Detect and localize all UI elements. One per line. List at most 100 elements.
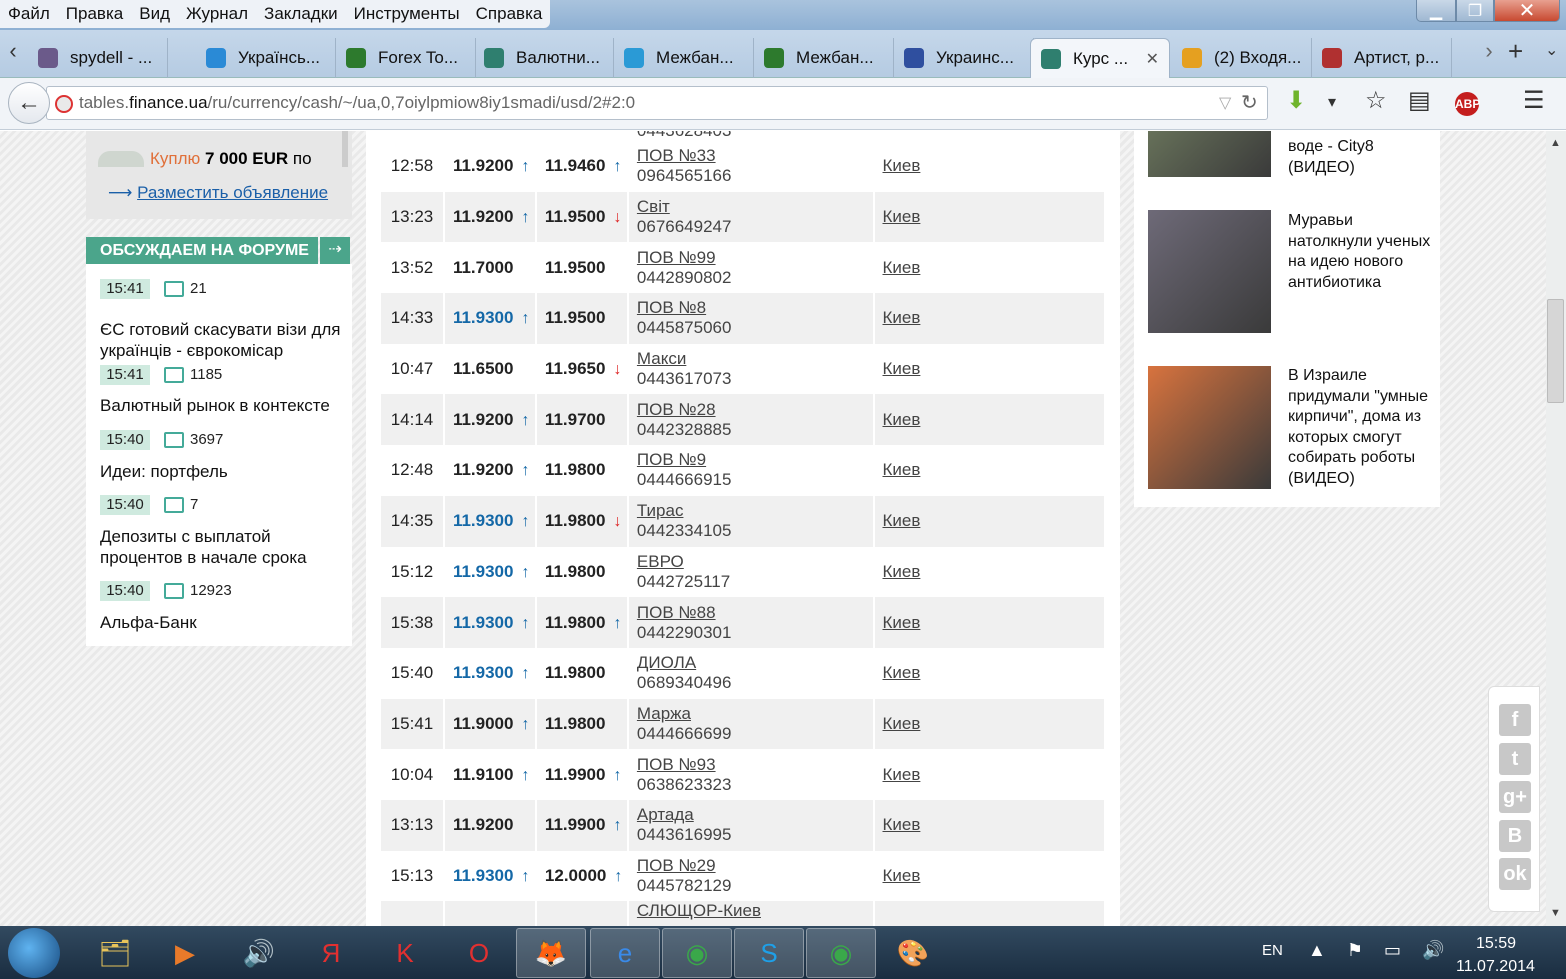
menu-item-3[interactable]: Журнал [178, 0, 256, 28]
tab-5[interactable]: Межбан... [754, 38, 894, 78]
tab-scroll-left-icon[interactable]: ‹ [0, 38, 26, 70]
bank-name-link[interactable]: ПОВ №28 [637, 400, 873, 420]
forum-topic-link[interactable]: Валютный рынок в контексте [100, 395, 345, 416]
city-link[interactable]: Киев [883, 663, 921, 682]
reader-icon[interactable]: ▤ [1408, 86, 1431, 115]
tab-7[interactable]: Курс ... ✕ [1030, 38, 1170, 78]
forum-topic-link[interactable]: Идеи: портфель [100, 461, 345, 482]
bookmark-star-icon[interactable]: ☆ [1365, 86, 1387, 115]
bank-name-link[interactable]: ПОВ №29 [637, 856, 873, 876]
bank-name-link[interactable]: Світ [637, 197, 873, 217]
menu-item-0[interactable]: Файл [0, 0, 58, 28]
close-window-button[interactable]: ✕ [1494, 0, 1560, 22]
taskbar-media-icon[interactable]: ▶ [150, 928, 220, 978]
bank-name-link[interactable]: ПОВ №99 [637, 248, 873, 268]
city-link[interactable]: Киев [883, 207, 921, 226]
forum-topic-link[interactable]: Депозиты с выплатой процентов в начале с… [100, 526, 345, 568]
clock-date[interactable]: 11.07.2014 [1456, 958, 1535, 976]
reload-icon[interactable]: ↻ [1241, 90, 1258, 115]
bank-name-link[interactable]: Артада [637, 805, 873, 825]
taskbar-volume-app-icon[interactable]: 🔊 [224, 928, 294, 978]
forum-header[interactable]: ОБСУЖДАЕМ НА ФОРУМЕ [86, 237, 318, 264]
bank-name-link[interactable]: ПОВ №8 [637, 298, 873, 318]
scroll-down-icon[interactable]: ▼ [1550, 907, 1561, 919]
taskbar-k-app-icon[interactable]: K [370, 928, 440, 978]
bank-name-link[interactable]: ПОВ №88 [637, 603, 873, 623]
bank-name-link[interactable]: ПОВ №9 [637, 450, 873, 470]
city-link[interactable]: Киев [883, 258, 921, 277]
news-title-link[interactable]: Муравьи натолкнули ученых на идею нового… [1288, 211, 1438, 293]
city-link[interactable]: Киев [883, 308, 921, 327]
bank-name-link[interactable]: ПОВ №93 [637, 755, 873, 775]
city-link[interactable]: Киев [883, 866, 921, 885]
menu-item-6[interactable]: Справка [468, 0, 551, 28]
google-plus-icon[interactable]: g+ [1499, 781, 1531, 813]
url-text[interactable]: tables.finance.ua/ru/currency/cash/~/ua,… [79, 93, 635, 113]
scrollbar-thumb[interactable] [1547, 299, 1564, 403]
taskbar-paint-icon[interactable]: 🎨 [878, 928, 948, 978]
tab-scroll-right-icon[interactable]: › [1478, 38, 1500, 64]
taskbar-explorer-icon[interactable]: 🗂 [80, 928, 150, 978]
news-thumbnail[interactable] [1148, 366, 1271, 489]
tab-4[interactable]: Межбан... [614, 38, 754, 78]
tab-8[interactable]: (2) Входя... [1172, 38, 1312, 78]
url-bar[interactable]: tables.finance.ua/ru/currency/cash/~/ua,… [46, 86, 1268, 120]
odnoklassniki-icon[interactable]: ok [1499, 858, 1531, 890]
tab-9[interactable]: Артист, р... [1312, 38, 1452, 78]
tray-icons[interactable]: ▲ ⚑ ▭ 🔊 [1308, 940, 1452, 961]
city-link[interactable]: Киев [883, 511, 921, 530]
city-link[interactable]: Киев [883, 714, 921, 733]
city-link[interactable]: Киев [883, 410, 921, 429]
scroll-up-icon[interactable]: ▲ [1550, 137, 1561, 149]
tab-list-button[interactable]: ⌄ [1545, 40, 1558, 60]
city-link[interactable]: Киев [883, 815, 921, 834]
news-title-link[interactable]: воде - City8 (ВИДЕО) [1288, 137, 1438, 178]
forum-more-icon[interactable]: ⇢ [320, 237, 350, 264]
taskbar-yandex-icon[interactable]: Я [296, 928, 366, 978]
forum-topic-link[interactable]: Альфа-Банк [100, 612, 345, 633]
taskbar-chrome-2-icon[interactable]: ◉ [806, 928, 876, 978]
news-thumbnail[interactable] [1148, 210, 1271, 333]
bank-name-link[interactable]: Маржа [637, 704, 873, 724]
menu-item-5[interactable]: Инструменты [346, 0, 468, 28]
page-scrollbar[interactable]: ▲ ▼ [1546, 131, 1566, 926]
close-tab-icon[interactable]: ✕ [1146, 49, 1159, 69]
taskbar-chrome-icon[interactable]: ◉ [662, 928, 732, 978]
page-content[interactable]: Куплю 7 000 EUR по ⟶ Разместить объявлен… [0, 131, 1546, 926]
city-link[interactable]: Киев [883, 156, 921, 175]
ad-scrollbar[interactable] [342, 131, 348, 167]
maximize-button[interactable]: ❐ [1456, 0, 1494, 22]
bank-name-link[interactable]: ЕВРО [637, 552, 873, 572]
taskbar-firefox-icon[interactable]: 🦊 [516, 928, 586, 978]
twitter-icon[interactable]: t [1499, 742, 1531, 775]
download-menu-icon[interactable]: ▾ [1328, 92, 1336, 112]
bank-name-link[interactable]: Тирас [637, 501, 873, 521]
menu-item-2[interactable]: Вид [131, 0, 178, 28]
tab-0[interactable]: spydell - ... [28, 38, 168, 78]
tab-1[interactable]: Українсь... [196, 38, 336, 78]
taskbar-ie-icon[interactable]: e [590, 928, 660, 978]
new-tab-button[interactable]: + [1508, 36, 1523, 67]
language-indicator[interactable]: EN [1262, 942, 1283, 959]
taskbar-skype-icon[interactable]: S [734, 928, 804, 978]
minimize-button[interactable]: ▁ [1416, 0, 1456, 22]
news-thumbnail[interactable] [1148, 131, 1271, 177]
news-title-link[interactable]: В Израиле придумали "умные кирпичи", дом… [1288, 366, 1438, 489]
bank-name-link[interactable]: ДИОЛА [637, 653, 873, 673]
tab-2[interactable]: Forex To... [336, 38, 476, 78]
ad-text[interactable]: Куплю 7 000 EUR по [150, 149, 312, 169]
city-link[interactable]: Киев [883, 765, 921, 784]
url-history-dropdown-icon[interactable]: ▽ [1219, 93, 1231, 113]
city-link[interactable]: Киев [883, 359, 921, 378]
facebook-icon[interactable]: f [1499, 704, 1531, 736]
forum-topic-link[interactable]: ЄС готовий скасувати візи для українців … [100, 319, 345, 361]
download-icon[interactable]: ⬇ [1286, 86, 1306, 115]
bank-name-link[interactable]: СЛЮЩОР-Киев [637, 901, 873, 921]
menu-item-1[interactable]: Правка [58, 0, 131, 28]
menu-item-4[interactable]: Закладки [256, 0, 346, 28]
site-identity-icon[interactable] [55, 95, 73, 113]
start-button[interactable] [8, 928, 60, 978]
taskbar-opera-icon[interactable]: O [444, 928, 514, 978]
menu-icon[interactable]: ☰ [1523, 86, 1545, 115]
city-link[interactable]: Киев [883, 460, 921, 479]
